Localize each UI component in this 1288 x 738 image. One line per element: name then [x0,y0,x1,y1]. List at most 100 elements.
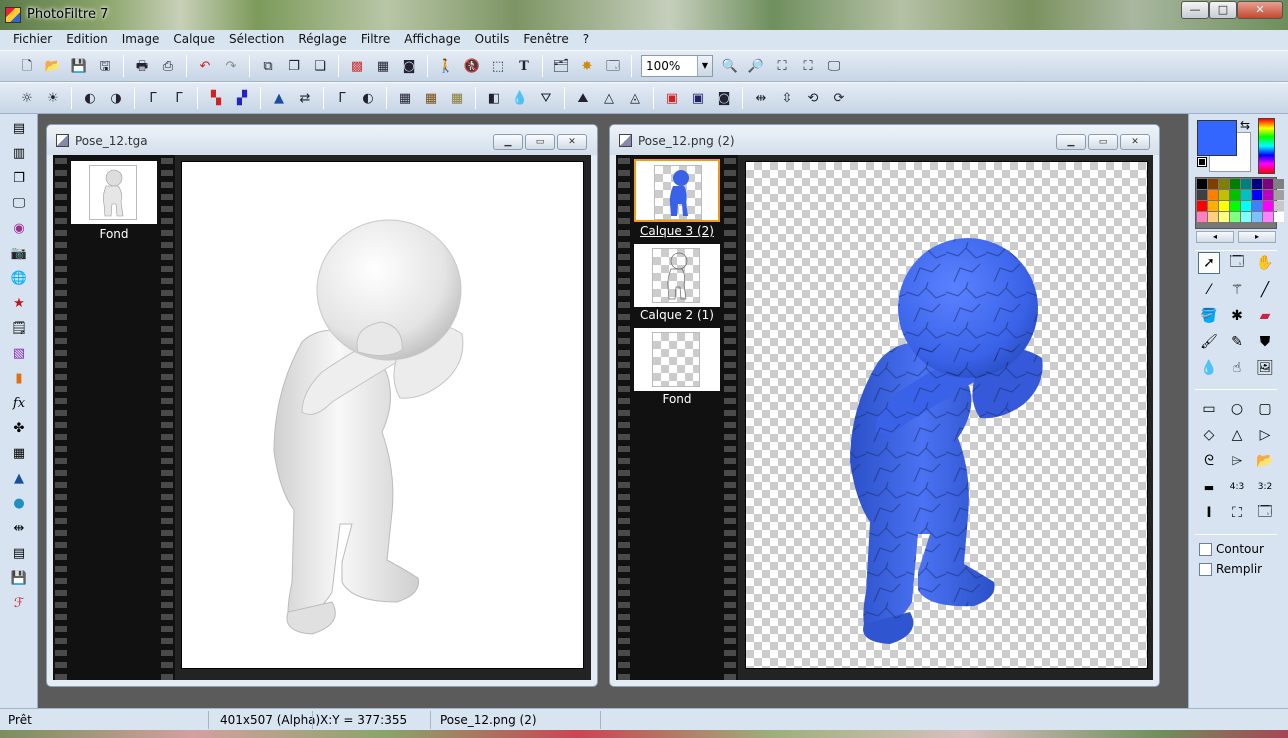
ratio-43-icon[interactable]: 4:3 [1226,476,1248,498]
palette-swatch[interactable] [1252,190,1262,200]
lasso-icon[interactable]: ᘓ [1198,450,1220,472]
palette-swatch[interactable] [1241,212,1251,222]
save-icon[interactable]: 💾 [68,55,90,77]
palette-swatch[interactable] [1274,190,1284,200]
automation-icon[interactable]: ✸ [576,55,598,77]
menu-edition[interactable]: Edition [59,30,115,50]
spray-icon[interactable]: ✱ [1226,305,1248,327]
globe-icon[interactable]: 🌐 [9,268,29,288]
image-canvas[interactable] [745,161,1148,669]
palette-swatch[interactable] [1252,212,1262,222]
paint-bucket-icon[interactable]: 🪣 [1198,305,1220,327]
transparent-color-icon[interactable]: ◙ [713,87,735,109]
fullscreen-icon[interactable]: 🖵 [823,55,845,77]
polygon-lasso-icon[interactable]: ⌲ [1226,450,1248,472]
crop-icon[interactable]: ⛶ [1226,502,1248,524]
rotate-left-icon[interactable]: ⟲ [802,87,824,109]
flip-vertical-icon[interactable]: ⇳ [776,87,798,109]
film-icon[interactable]: ▤ [9,543,29,563]
disk-icon[interactable]: 💾 [9,568,29,588]
old-photo-icon[interactable]: ▦ [446,87,468,109]
palette-swatch[interactable] [1219,190,1229,200]
triangle-select-icon[interactable]: △ [1226,424,1248,446]
menu-selection[interactable]: Sélection [222,30,291,50]
diamond-select-icon[interactable]: ◇ [1198,424,1220,446]
doc-close-button[interactable]: ✕ [557,134,587,150]
palette-swatch[interactable] [1230,212,1240,222]
remplir-checkbox[interactable]: Remplir [1199,562,1262,576]
palette-swatch[interactable] [1241,201,1251,211]
gradient-icon[interactable]: ▧ [9,343,29,363]
palette-swatch[interactable] [1197,212,1207,222]
palette-swatch[interactable] [1230,201,1240,211]
brightness-plus-icon[interactable]: ☀ [42,87,64,109]
palette-swatch[interactable] [1274,212,1284,222]
crop-select-icon[interactable]: ⬚ [487,55,509,77]
gamma-plus-icon[interactable]: Γ [168,87,190,109]
palette-swatch[interactable] [1197,201,1207,211]
layer-thumbnail[interactable] [71,161,157,224]
palette-swatch[interactable] [1230,190,1240,200]
doc-close-button[interactable]: ✕ [1120,134,1150,150]
chevron-down-icon[interactable]: ▼ [697,56,712,76]
grayscale-icon[interactable]: ▦ [394,87,416,109]
pointer-icon[interactable]: ➚ [1198,252,1220,274]
zoom-out-icon[interactable]: 🔎 [745,55,767,77]
palette-prev-icon[interactable]: ◂ [1196,231,1234,243]
figure-mirror-icon[interactable]: 🚷 [461,55,483,77]
maximize-button[interactable]: □ [1209,1,1237,19]
auto-contrast-icon[interactable]: ◐ [357,87,379,109]
circle-icon[interactable]: ● [9,493,29,513]
function-icon[interactable]: fx [9,393,29,413]
color-spectrum[interactable] [1258,118,1275,174]
foreground-color-swatch[interactable] [1197,120,1237,156]
doc-restore-button[interactable]: ▭ [525,134,555,150]
transparency-icon[interactable]: ◙ [398,55,420,77]
mosaic-icon[interactable]: ▦ [9,443,29,463]
star-icon[interactable]: ★ [9,293,29,313]
image-canvas[interactable] [181,161,584,669]
clover-icon[interactable]: ✤ [9,418,29,438]
text-select-icon[interactable]: Ⅰ [1198,502,1220,524]
copy-image-icon[interactable]: ⧉ [257,55,279,77]
smudge-icon[interactable]: ☝ [1226,357,1248,379]
palette-swatch[interactable] [1208,212,1218,222]
hand-icon[interactable]: ✋ [1254,252,1276,274]
auto-gamma-icon[interactable]: Γ [331,87,353,109]
levels-icon[interactable]: ▲ [268,87,290,109]
advanced-brush-icon[interactable]: ✎ [1226,331,1248,353]
ellipse-select-icon[interactable]: ○ [1226,398,1248,420]
triangle-right-select-icon[interactable]: ▷ [1254,424,1276,446]
open-selection-icon[interactable]: 📂 [1254,450,1276,472]
paste-image-icon[interactable]: ❐ [283,55,305,77]
palette-swatch[interactable] [1241,190,1251,200]
fit-image-icon[interactable]: ⛶ [771,55,793,77]
menu-fichier[interactable]: Fichier [6,30,59,50]
palette-swatch[interactable] [1263,190,1273,200]
gamma-minus-icon[interactable]: Γ [142,87,164,109]
camera-icon[interactable]: 📷 [9,243,29,263]
note-icon[interactable]: 🗒 [9,318,29,338]
zoom-in-icon[interactable]: 🔍 [719,55,741,77]
magic-wand-icon[interactable]: ⚚ [1226,279,1248,301]
actual-size-icon[interactable]: ⛶ [797,55,819,77]
print-icon[interactable]: 🖶 [131,55,153,77]
invert-colors-icon[interactable]: ▣ [661,87,683,109]
palette-swatch[interactable] [1230,179,1240,189]
clone-portrait-icon[interactable]: 🖼 [1254,357,1276,379]
document-title-bar[interactable]: Pose_12.tga ▁ ▭ ✕ [47,125,597,155]
explorer-icon[interactable]: 🗂 [550,55,572,77]
zoom-select[interactable]: 100% ▼ [641,55,713,77]
panel-window-icon[interactable]: 🗔 [1254,502,1276,524]
negative-icon[interactable]: ▣ [687,87,709,109]
color-palette-icon[interactable]: ▩ [346,55,368,77]
document-window[interactable]: Pose_12.png (2) ▁ ▭ ✕ Calque 3 (2) Calqu… [609,124,1160,687]
relief-icon[interactable]: △ [598,87,620,109]
menu-filtre[interactable]: Filtre [354,30,397,50]
contrast-plus-icon[interactable]: ◑ [105,87,127,109]
balance-icon[interactable]: ⇄ [294,87,316,109]
open-folder-icon[interactable]: 📂 [42,55,64,77]
blur-icon[interactable]: 💧 [509,87,531,109]
duplicate-icon[interactable]: ❐ [9,168,29,188]
new-file-icon[interactable]: 🗋 [16,55,38,77]
